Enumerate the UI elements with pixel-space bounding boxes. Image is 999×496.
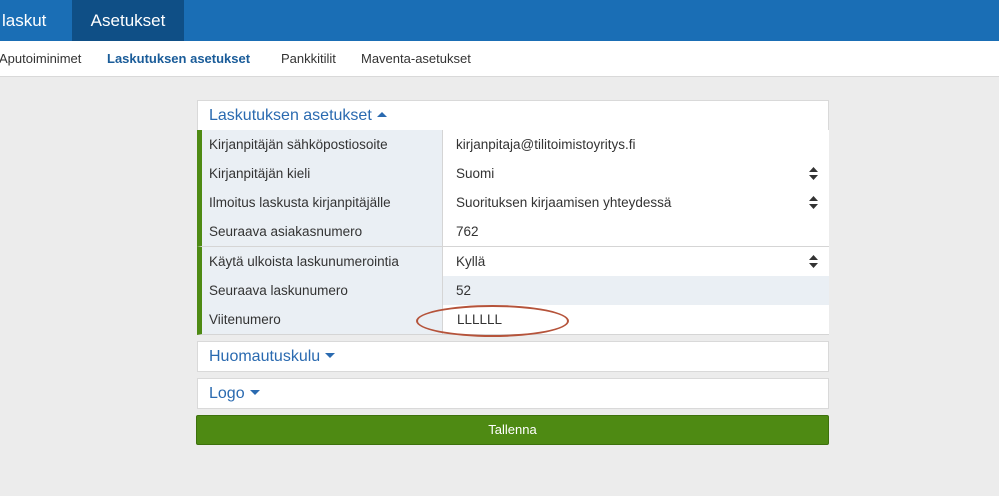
settings-row-invoice-number: Seuraava laskunumero 52 <box>197 276 829 306</box>
subnav-item-maventa-asetukset[interactable]: Maventa-asetukset <box>361 41 471 76</box>
select-value: Kyllä <box>456 254 486 269</box>
select-value: Suomi <box>456 166 495 181</box>
settings-row-language: Kirjanpitäjän kieli Suomi <box>197 159 829 189</box>
top-navigation-bar: laskut Asetukset <box>0 0 999 41</box>
subnav-item-aputoiminimet[interactable]: Aputoiminimet <box>0 41 81 76</box>
accountant-email-input[interactable]: kirjanpitaja@tilitoimistoyritys.fi <box>443 130 829 159</box>
row-label: Kirjanpitäjän kieli <box>202 159 443 188</box>
select-value: Suorituksen kirjaamisen yhteydessä <box>456 195 672 210</box>
reference-number-input[interactable]: LLLLLL <box>443 305 829 334</box>
row-label: Ilmoitus laskusta kirjanpitäjälle <box>202 188 443 217</box>
reminder-fee-toggle[interactable]: Huomautuskulu <box>198 342 828 372</box>
settings-row-email: Kirjanpitäjän sähköpostiosoite kirjanpit… <box>197 130 829 160</box>
next-invoice-number-value: 52 <box>443 276 829 305</box>
settings-row-customer-number: Seuraava asiakasnumero 762 <box>197 217 829 247</box>
billing-settings-panel: Laskutuksen asetukset <box>197 100 829 131</box>
topnav-item-laskut[interactable]: laskut <box>0 0 54 41</box>
row-label: Kirjanpitäjän sähköpostiosoite <box>202 130 443 159</box>
next-customer-number-input[interactable]: 762 <box>443 217 829 246</box>
reminder-fee-title: Huomautuskulu <box>209 348 321 365</box>
subnav-item-laskutuksen-asetukset[interactable]: Laskutuksen asetukset <box>107 41 250 76</box>
save-button[interactable]: Tallenna <box>196 415 829 445</box>
logo-toggle[interactable]: Logo <box>198 379 828 409</box>
reminder-fee-panel: Huomautuskulu <box>197 341 829 372</box>
topnav-item-asetukset[interactable]: Asetukset <box>72 0 184 41</box>
external-numbering-select[interactable]: Kyllä <box>443 247 829 276</box>
select-arrows-icon <box>809 196 818 209</box>
settings-row-reference-number: Viitenumero LLLLLL <box>197 305 829 335</box>
select-arrows-icon <box>809 255 818 268</box>
billing-settings-toggle[interactable]: Laskutuksen asetukset <box>198 101 828 131</box>
settings-row-notification: Ilmoitus laskusta kirjanpitäjälle Suorit… <box>197 188 829 218</box>
caret-down-icon <box>325 353 336 359</box>
caret-down-icon <box>249 390 260 396</box>
billing-settings-title: Laskutuksen asetukset <box>209 107 372 124</box>
row-label: Seuraava asiakasnumero <box>202 217 443 246</box>
subnav-item-pankkitilit[interactable]: Pankkitilit <box>281 41 336 76</box>
settings-row-external-numbering: Käytä ulkoista laskunumerointia Kyllä <box>197 247 829 277</box>
row-label: Käytä ulkoista laskunumerointia <box>202 247 443 276</box>
logo-panel: Logo <box>197 378 829 409</box>
row-label: Seuraava laskunumero <box>202 276 443 305</box>
select-arrows-icon <box>809 167 818 180</box>
settings-subnav: Aputoiminimet Laskutuksen asetukset Pank… <box>0 41 999 77</box>
logo-title: Logo <box>209 385 245 402</box>
accountant-language-select[interactable]: Suomi <box>443 159 829 188</box>
invoice-notification-select[interactable]: Suorituksen kirjaamisen yhteydessä <box>443 188 829 217</box>
caret-up-icon <box>376 112 387 118</box>
row-label: Viitenumero <box>202 305 443 334</box>
